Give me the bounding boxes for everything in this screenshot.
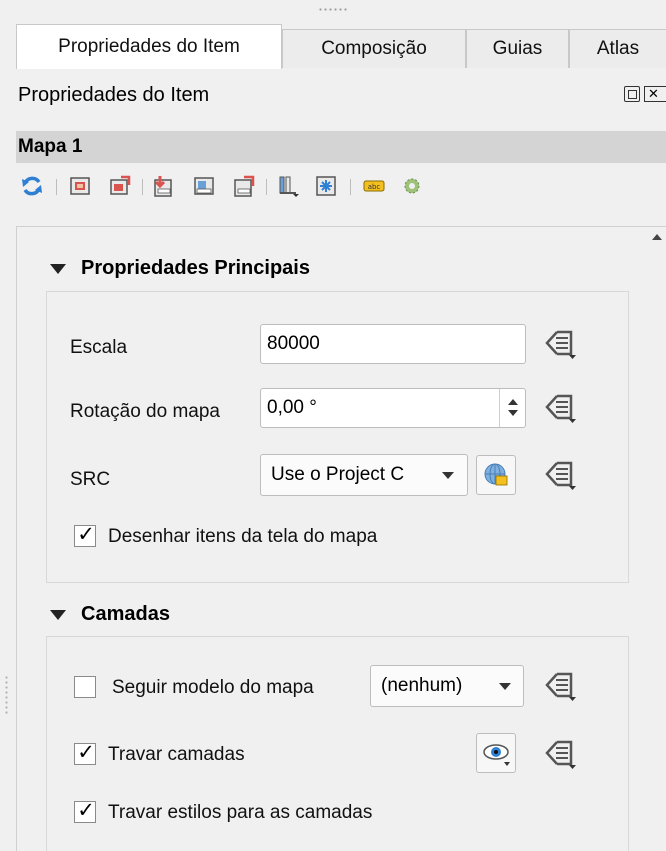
dock-drag-handle[interactable]	[318, 8, 348, 11]
data-defined-override-icon[interactable]	[543, 736, 577, 770]
lock-layers-checkbox[interactable]: ✓	[74, 741, 96, 765]
collapse-arrow-icon[interactable]	[50, 609, 66, 620]
chevron-down-icon	[442, 472, 454, 479]
scale-input[interactable]: 80000	[260, 324, 526, 364]
eye-icon	[483, 744, 510, 766]
chevron-down-icon	[499, 683, 511, 690]
atlas-settings-icon[interactable]	[314, 174, 338, 198]
item-name-header: Mapa 1	[16, 131, 666, 163]
draw-items-checkbox[interactable]: ✓	[74, 523, 96, 547]
set-scale-to-canvas-icon[interactable]	[152, 174, 176, 198]
crs-label: SRC	[70, 469, 111, 490]
scale-label: Escala	[70, 337, 128, 358]
tab-bar: Propriedades do Item Composição Guias At…	[16, 24, 666, 69]
set-canvas-scale-icon[interactable]	[192, 174, 216, 198]
collapse-arrow-icon[interactable]	[50, 263, 66, 274]
rotation-label: Rotação do mapa	[70, 401, 220, 422]
map-theme-combobox[interactable]: (nenhum)	[370, 665, 524, 707]
splitter-handle[interactable]	[5, 675, 8, 715]
float-dock-icon[interactable]	[624, 86, 640, 102]
section-title: Camadas	[81, 603, 170, 625]
scroll-up-arrow-icon[interactable]	[652, 234, 662, 240]
view-scale-in-canvas-icon[interactable]	[232, 174, 256, 198]
data-defined-override-icon[interactable]	[543, 668, 577, 702]
checkmark-icon: ✓	[77, 523, 95, 546]
main-properties-header[interactable]: Propriedades Principais	[50, 257, 310, 280]
spin-buttons[interactable]	[499, 389, 525, 427]
follow-theme-checkbox[interactable]	[74, 676, 96, 698]
tab-atlas[interactable]: Atlas	[569, 29, 666, 68]
panel-title: Propriedades do Item	[18, 84, 210, 106]
view-extent-in-canvas-icon[interactable]	[108, 174, 132, 198]
tab-composition[interactable]: Composição	[282, 29, 466, 68]
crs-value: Use o Project C	[271, 464, 405, 485]
crs-combobox[interactable]: Use o Project C	[260, 454, 468, 496]
clipping-settings-icon[interactable]	[400, 174, 424, 198]
draw-items-label[interactable]: Desenhar itens da tela do mapa	[108, 526, 377, 548]
checkmark-icon: ✓	[77, 799, 95, 822]
section-title: Propriedades Principais	[81, 257, 310, 279]
rotation-value: 0,00 °	[267, 397, 317, 418]
spin-down-icon[interactable]	[508, 410, 518, 416]
bookmarks-icon[interactable]	[276, 174, 300, 198]
checkmark-icon: ✓	[77, 741, 95, 764]
globe-icon	[484, 463, 508, 486]
svg-text:abc: abc	[368, 183, 381, 191]
refresh-preview-icon[interactable]	[20, 174, 44, 198]
tab-guides[interactable]: Guias	[466, 29, 569, 68]
follow-theme-label[interactable]: Seguir modelo do mapa	[112, 677, 314, 699]
select-crs-button[interactable]	[476, 455, 516, 495]
layers-header[interactable]: Camadas	[50, 603, 170, 626]
layer-visibility-preset-button[interactable]	[476, 733, 516, 773]
labeling-settings-icon[interactable]: abc	[362, 174, 386, 198]
map-item-toolbar: abc	[18, 170, 658, 204]
map-theme-value: (nenhum)	[381, 675, 463, 696]
lock-layers-label[interactable]: Travar camadas	[108, 744, 245, 766]
lock-styles-checkbox[interactable]: ✓	[74, 799, 96, 823]
data-defined-override-icon[interactable]	[543, 457, 577, 491]
spin-up-icon[interactable]	[508, 399, 518, 405]
data-defined-override-icon[interactable]	[543, 390, 577, 424]
close-dock-icon[interactable]: ✕	[644, 86, 666, 102]
data-defined-override-icon[interactable]	[543, 326, 577, 360]
rotation-spinbox[interactable]: 0,00 °	[260, 388, 526, 428]
lock-styles-label[interactable]: Travar estilos para as camadas	[108, 802, 372, 824]
tab-item-properties[interactable]: Propriedades do Item	[16, 24, 282, 69]
set-extent-to-canvas-icon[interactable]	[68, 174, 92, 198]
